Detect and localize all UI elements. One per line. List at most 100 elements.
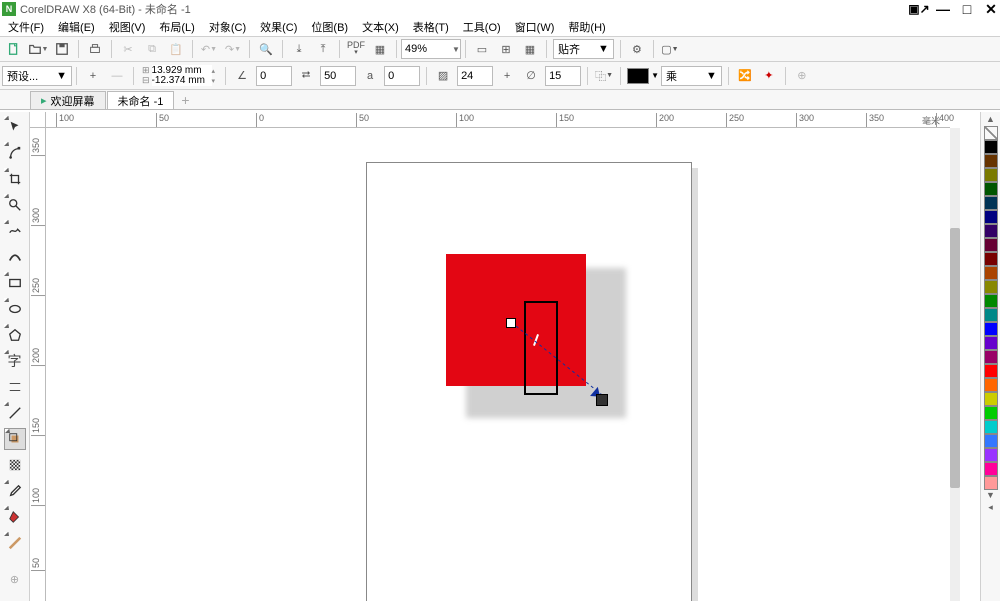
color-swatch[interactable]: [984, 434, 998, 448]
guides-button[interactable]: ▦: [519, 38, 541, 60]
color-swatch[interactable]: [984, 476, 998, 490]
color-swatch[interactable]: [984, 406, 998, 420]
minimize-button[interactable]: —: [936, 2, 950, 16]
color-swatch[interactable]: [984, 224, 998, 238]
shadow-start-handle[interactable]: [506, 318, 516, 328]
menu-window[interactable]: 窗口(W): [513, 18, 557, 36]
snap-dropdown[interactable]: 贴齐▼: [553, 39, 614, 59]
expand-tool[interactable]: ⊕: [4, 568, 26, 590]
polygon-tool[interactable]: [4, 324, 26, 346]
color-swatch[interactable]: [984, 308, 998, 322]
palette-down-button[interactable]: ▼: [986, 490, 995, 502]
menu-object[interactable]: 对象(C): [207, 18, 248, 36]
fill-tool[interactable]: [4, 506, 26, 528]
color-swatch[interactable]: [984, 182, 998, 196]
copy-props-button[interactable]: ⿻▼: [593, 65, 615, 87]
freehand-tool[interactable]: [4, 220, 26, 242]
artistic-tool[interactable]: [4, 246, 26, 268]
blur-input[interactable]: [457, 66, 493, 86]
parallel-tool[interactable]: [4, 376, 26, 398]
color-swatch[interactable]: [984, 238, 998, 252]
maximize-button[interactable]: □: [960, 2, 974, 16]
add-preset-button[interactable]: +: [82, 65, 104, 87]
outline-tool[interactable]: [4, 532, 26, 554]
pick-tool[interactable]: [4, 116, 26, 138]
undo-button[interactable]: ↶▼: [198, 38, 220, 60]
color-swatch[interactable]: [984, 196, 998, 210]
clear-shadow-button[interactable]: 🔀: [734, 65, 756, 87]
menu-effects[interactable]: 效果(C): [258, 18, 299, 36]
copy-button[interactable]: ⧉: [141, 38, 163, 60]
ellipse-tool[interactable]: [4, 298, 26, 320]
crop-tool[interactable]: [4, 168, 26, 190]
vertical-scrollbar[interactable]: [950, 128, 960, 601]
menu-help[interactable]: 帮助(H): [566, 18, 607, 36]
cut-button[interactable]: ✂: [117, 38, 139, 60]
options-button[interactable]: ⚙: [626, 38, 648, 60]
menu-bitmap[interactable]: 位图(B): [309, 18, 350, 36]
tab-welcome[interactable]: ▸欢迎屏幕: [30, 91, 106, 109]
connector-tool[interactable]: [4, 402, 26, 424]
remove-preset-button[interactable]: —: [106, 65, 128, 87]
save-button[interactable]: [51, 38, 73, 60]
copies-input[interactable]: [320, 66, 356, 86]
grid-button[interactable]: ▦: [369, 38, 391, 60]
launch-button[interactable]: ▢▼: [659, 38, 681, 60]
transparency-tool[interactable]: [4, 454, 26, 476]
search-button[interactable]: 🔍: [255, 38, 277, 60]
color-swatch[interactable]: [984, 154, 998, 168]
menu-table[interactable]: 表格(T): [411, 18, 451, 36]
tab-document[interactable]: 未命名 -1: [107, 91, 175, 109]
eyedropper-tool[interactable]: [4, 480, 26, 502]
color-swatch[interactable]: [984, 420, 998, 434]
close-button[interactable]: ✕: [984, 2, 998, 16]
export-button[interactable]: ⤒: [312, 38, 334, 60]
zoom-dropdown[interactable]: ▼: [401, 39, 461, 59]
color-swatch[interactable]: [984, 462, 998, 476]
shape-tool[interactable]: [4, 142, 26, 164]
horizontal-ruler[interactable]: 毫米10050050100150200250300350400: [46, 112, 950, 128]
color-swatch[interactable]: [984, 448, 998, 462]
canvas[interactable]: [46, 128, 950, 601]
color-swatch[interactable]: [984, 336, 998, 350]
new-button[interactable]: [3, 38, 25, 60]
blend-dropdown[interactable]: 乘▼: [661, 66, 722, 86]
menu-edit[interactable]: 编辑(E): [56, 18, 97, 36]
color-swatch[interactable]: [984, 168, 998, 182]
color-swatch[interactable]: [984, 294, 998, 308]
print-button[interactable]: [84, 38, 106, 60]
pdf-button[interactable]: PDF▾: [345, 38, 367, 60]
menu-text[interactable]: 文本(X): [360, 18, 401, 36]
redo-button[interactable]: ↷▼: [222, 38, 244, 60]
paste-button[interactable]: 📋: [165, 38, 187, 60]
rulers-button[interactable]: ⊞: [495, 38, 517, 60]
import-button[interactable]: ⤓: [288, 38, 310, 60]
color-swatch[interactable]: [984, 322, 998, 336]
color-swatch[interactable]: [984, 266, 998, 280]
menu-layout[interactable]: 布局(L): [157, 18, 196, 36]
color-swatch[interactable]: [984, 392, 998, 406]
color-swatch[interactable]: [984, 378, 998, 392]
break-button[interactable]: ✦: [758, 65, 780, 87]
shadow-color[interactable]: [627, 68, 649, 84]
open-button[interactable]: ▼: [27, 38, 49, 60]
color-swatch[interactable]: [984, 364, 998, 378]
preset-dropdown[interactable]: 预设...▼: [2, 66, 72, 86]
a-input[interactable]: [384, 66, 420, 86]
vertical-ruler[interactable]: 35030025020015010050: [30, 128, 46, 601]
angle-input[interactable]: [256, 66, 292, 86]
color-swatch[interactable]: [984, 252, 998, 266]
extra-button[interactable]: ⊕: [791, 65, 813, 87]
shadow-end-handle[interactable]: [596, 394, 608, 406]
color-swatch[interactable]: [984, 210, 998, 224]
dropshadow-tool[interactable]: [4, 428, 26, 450]
feather-input[interactable]: [545, 66, 581, 86]
menu-file[interactable]: 文件(F): [6, 18, 46, 36]
palette-up-button[interactable]: ▲: [986, 114, 995, 126]
dock-icon[interactable]: ▣↗: [912, 2, 926, 16]
color-swatch[interactable]: [984, 140, 998, 154]
tab-add[interactable]: +: [175, 91, 195, 109]
menu-view[interactable]: 视图(V): [107, 18, 148, 36]
fullscreen-button[interactable]: ▭: [471, 38, 493, 60]
rectangle-tool[interactable]: [4, 272, 26, 294]
